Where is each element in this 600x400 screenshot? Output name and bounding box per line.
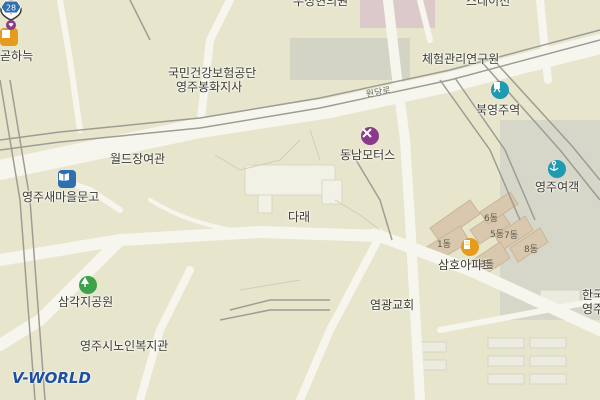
vworld-logo: V-WORLD xyxy=(12,369,91,387)
route-number: 28 xyxy=(6,4,16,13)
building-number-1: 1동 xyxy=(437,240,452,250)
label-park[interactable]: 삼각지공원 xyxy=(58,295,113,309)
station-platform xyxy=(244,164,343,214)
route-shield-icon: 28 xyxy=(0,0,22,14)
label-partial-top[interactable]: 우정현의원 xyxy=(293,0,348,8)
label-world-hall[interactable]: 월드장여관 xyxy=(110,152,165,166)
label-darae[interactable]: 다래 xyxy=(288,210,310,224)
building-number-6: 6동 xyxy=(484,214,499,224)
building-number-3: 3동 xyxy=(480,260,495,270)
apartment-icon[interactable] xyxy=(461,238,479,256)
label-church[interactable]: 염광교회 xyxy=(370,298,414,312)
map-canvas[interactable]: 우정현의원 스테이션 곧하늑 국민건강보험공단 영주봉화지사 체험관리연구원 원… xyxy=(0,0,600,400)
label-senior-center[interactable]: 영주시노인복지관 xyxy=(80,339,168,353)
label-library[interactable]: 영주새마을문고 xyxy=(22,190,99,204)
label-station[interactable]: 북영주역 xyxy=(476,103,520,117)
park-icon[interactable] xyxy=(79,276,97,294)
poi-icon[interactable] xyxy=(0,28,18,46)
label-nhis-line2[interactable]: 영주봉화지사 xyxy=(176,80,242,94)
building-number-7: 7동 xyxy=(504,231,519,241)
label-nhis-line1[interactable]: 국민건강보험공단 xyxy=(168,66,256,80)
label-youngju-travel[interactable]: 영주여객 xyxy=(535,180,579,194)
library-icon[interactable] xyxy=(58,170,76,188)
label-partial-right[interactable]: 한국 영주 xyxy=(582,288,600,316)
anchor-icon[interactable] xyxy=(548,160,566,178)
wrench-icon[interactable] xyxy=(361,127,379,145)
label-dongnam[interactable]: 동남모터스 xyxy=(340,148,395,162)
train-icon[interactable] xyxy=(491,81,509,99)
label-research[interactable]: 체험관리연구원 xyxy=(422,52,499,66)
label-partial-top-right[interactable]: 스테이션 xyxy=(466,0,510,8)
building-number-8: 8동 xyxy=(524,245,539,255)
building-number-5: 5동 xyxy=(490,230,505,240)
label-partial-left[interactable]: 곧하늑 xyxy=(0,49,33,63)
